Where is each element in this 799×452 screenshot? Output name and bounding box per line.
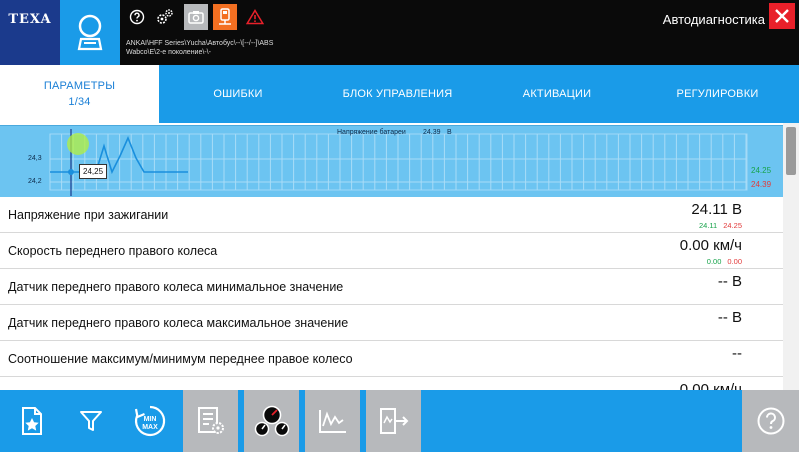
y-tick-label: 24,3 xyxy=(28,155,42,162)
graph-grid xyxy=(49,129,748,196)
minmax-icon: MIN MAX xyxy=(134,405,165,437)
tab-label: АКТИВАЦИИ xyxy=(522,88,592,100)
help-icon xyxy=(757,407,784,435)
graph-unit: В xyxy=(447,129,452,136)
parameter-value: 24.11 В xyxy=(691,201,742,218)
parameter-name: Соотношение максимум/минимум переднее пр… xyxy=(8,352,353,366)
tab-errors[interactable]: ОШИБКИ xyxy=(159,65,317,123)
tab-adjustments[interactable]: РЕГУЛИРОВКИ xyxy=(636,65,799,123)
help-bottom-button[interactable] xyxy=(742,390,799,452)
gauges-view-button[interactable] xyxy=(244,390,299,452)
parameter-minmax: 0.00 0.00 xyxy=(707,257,742,266)
battery-voltage-graph[interactable]: Напряжение батареи 24.39 В 24,3 24,2 24.… xyxy=(0,125,783,197)
parameter-row[interactable]: Датчик переднего правого колеса максимал… xyxy=(0,305,783,341)
filter-button[interactable] xyxy=(63,390,118,452)
svg-text:MIN: MIN xyxy=(143,416,156,423)
y-tick-label: 24,2 xyxy=(28,178,42,185)
parameter-row[interactable]: Напряжение при зажигании 24.11 В 24.11 24… xyxy=(0,197,783,233)
settings-icon xyxy=(157,9,173,24)
tab-label: РЕГУЛИРОВКИ xyxy=(676,88,759,100)
parameter-value: 0.00 км/ч xyxy=(679,237,742,254)
search-icon xyxy=(77,14,103,50)
max-value: 0.00 xyxy=(727,257,742,266)
parameter-list: Напряжение при зажигании 24.11 В 24.11 24… xyxy=(0,197,783,390)
parameter-row[interactable]: 0.00 км/ч xyxy=(0,377,783,390)
min-value: 0.00 xyxy=(706,257,722,266)
favorites-button[interactable] xyxy=(4,390,59,452)
texa-logo: TEXA xyxy=(0,0,60,65)
close-button[interactable] xyxy=(769,3,795,29)
parameter-row[interactable]: Соотношение максимум/минимум переднее пр… xyxy=(0,341,783,377)
vehicle-search-button[interactable] xyxy=(60,0,120,65)
tab-page-counter: 1/34 xyxy=(68,96,91,108)
breadcrumb-line: ANKAI\HFF Series\Yucha\Автобус\--\[--/--… xyxy=(126,40,274,47)
app-window: TEXA ANKAI\HFF Series\Yucha\Автобус\--\[… xyxy=(0,0,799,452)
device-connection-button[interactable] xyxy=(213,4,237,30)
svg-text:MAX: MAX xyxy=(142,424,158,431)
app-title: Автодиагностика xyxy=(662,12,765,27)
breadcrumb-line: Wabco\E\2-е поколение\-\- xyxy=(126,49,211,56)
cursor-dot[interactable] xyxy=(67,133,89,155)
graph-max-value: 24.25 xyxy=(751,166,772,175)
parameter-value: -- В xyxy=(717,309,742,326)
export-icon xyxy=(379,408,408,434)
tab-bar: ПАРАМЕТРЫ 1/34 ОШИБКИ БЛОК УПРАВЛЕНИЯ АК… xyxy=(0,65,799,123)
filter-icon xyxy=(79,411,102,431)
tab-control-unit[interactable]: БЛОК УПРАВЛЕНИЯ xyxy=(317,65,478,123)
logo-text: TEXA xyxy=(8,12,52,27)
parameter-row[interactable]: Скорость переднего правого колеса 0.00 к… xyxy=(0,233,783,269)
tab-activations[interactable]: АКТИВАЦИИ xyxy=(478,65,636,123)
graph-tooltip: 24,25 xyxy=(79,164,108,179)
parameter-value: -- В xyxy=(717,273,742,290)
tab-label: ПАРАМЕТРЫ xyxy=(43,80,116,92)
parameter-value: 0.00 км/ч xyxy=(679,381,742,390)
vehicle-breadcrumb: ANKAI\HFF Series\Yucha\Автобус\--\[--/--… xyxy=(126,39,456,57)
warning-button[interactable] xyxy=(246,8,264,26)
graph-title: Напряжение батареи xyxy=(337,129,406,136)
graph-current-value: 24.39 xyxy=(423,129,441,136)
help-icon xyxy=(129,9,145,25)
help-button[interactable] xyxy=(128,8,146,26)
parameter-name: Датчик переднего правого колеса минималь… xyxy=(8,280,344,294)
parameter-name: Скорость переднего правого колеса xyxy=(8,244,218,258)
graph-icon xyxy=(318,410,346,433)
warning-icon xyxy=(246,9,264,25)
screenshot-button[interactable] xyxy=(184,4,208,30)
camera-icon xyxy=(188,11,204,24)
tab-label: ОШИБКИ xyxy=(213,88,263,100)
gauges-icon xyxy=(254,405,289,437)
top-bar: TEXA ANKAI\HFF Series\Yucha\Автобус\--\[… xyxy=(0,0,799,65)
parameter-name: Напряжение при зажигании xyxy=(8,208,169,222)
scrollbar[interactable] xyxy=(783,123,799,390)
parameter-settings-icon xyxy=(197,407,224,434)
tab-label: БЛОК УПРАВЛЕНИЯ xyxy=(342,88,453,100)
cursor-marker xyxy=(68,169,74,175)
parameter-row[interactable]: Датчик переднего правого колеса минималь… xyxy=(0,269,783,305)
tab-parameters[interactable]: ПАРАМЕТРЫ 1/34 xyxy=(0,65,159,123)
parameter-name: Датчик переднего правого колеса максимал… xyxy=(8,316,349,330)
export-button[interactable] xyxy=(366,390,421,452)
max-value: 24.25 xyxy=(723,221,742,230)
device-icon xyxy=(219,8,231,25)
bottom-toolbar: MIN MAX xyxy=(0,390,799,452)
minmax-reset-button[interactable]: MIN MAX xyxy=(122,390,177,452)
scrollbar-thumb[interactable] xyxy=(786,127,796,175)
favorite-icon xyxy=(21,407,42,435)
parameter-settings-button[interactable] xyxy=(183,390,238,452)
close-icon xyxy=(775,9,789,23)
min-value: 24.11 xyxy=(699,221,718,230)
parameter-minmax: 24.11 24.25 xyxy=(699,221,742,230)
graph-min-value: 24.39 xyxy=(751,180,772,189)
graph-view-button[interactable] xyxy=(305,390,360,452)
settings-button[interactable] xyxy=(156,8,174,26)
parameter-value: -- xyxy=(732,345,742,362)
